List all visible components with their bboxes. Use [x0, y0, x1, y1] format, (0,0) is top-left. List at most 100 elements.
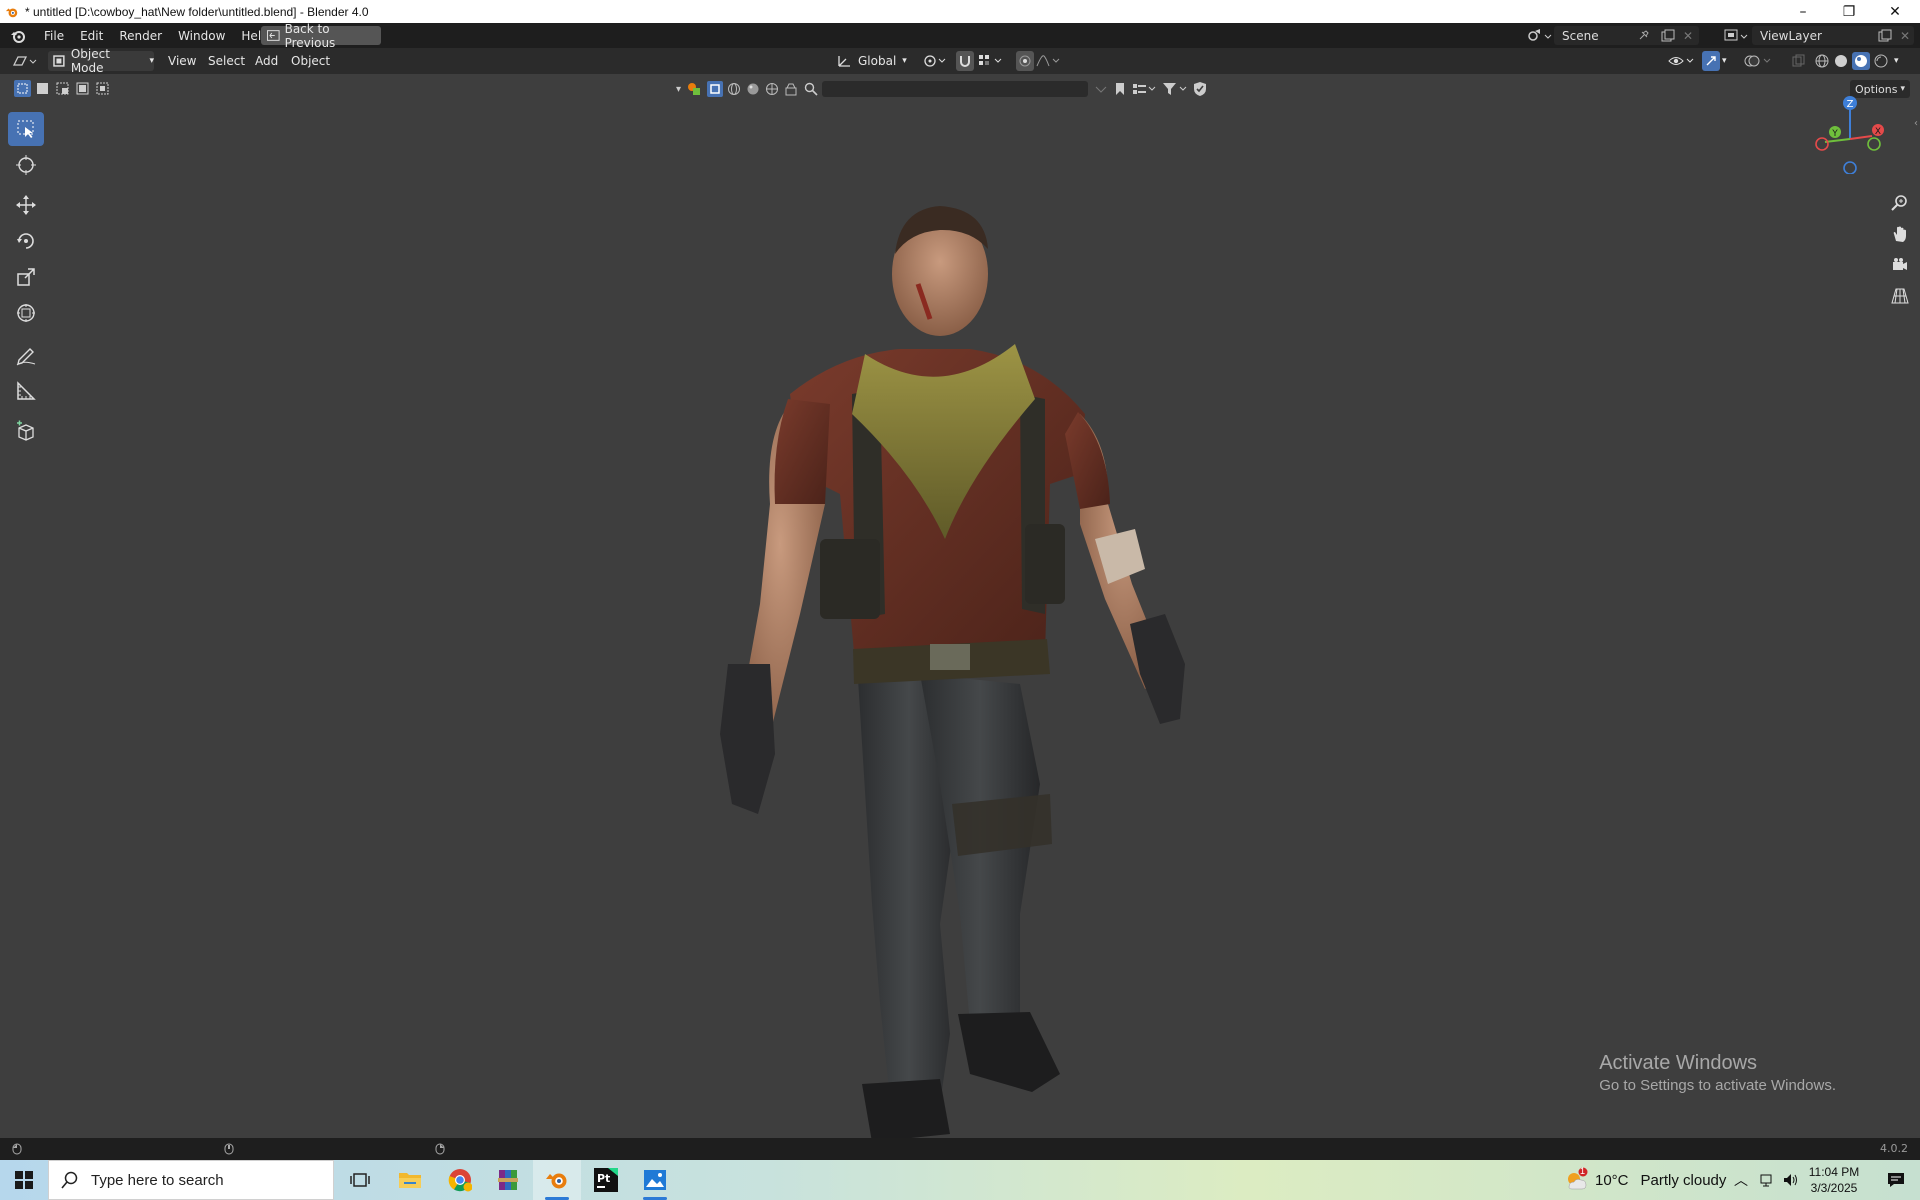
select-subtract-icon[interactable]: [54, 80, 71, 97]
mesh-filter-icon[interactable]: [707, 81, 724, 97]
perspective-toggle-button[interactable]: [1888, 282, 1912, 310]
transform-orientation-dropdown[interactable]: Global ▾: [836, 51, 907, 71]
start-button[interactable]: [0, 1160, 48, 1200]
pivot-point-icon: [924, 55, 946, 67]
gizmo-toggle[interactable]: [1702, 51, 1720, 71]
blender-logo-icon: [5, 8, 18, 17]
restore-button[interactable]: ❐: [1826, 0, 1872, 23]
back-to-previous-button[interactable]: Back to Previous: [261, 22, 381, 50]
neg-x-axis-handle[interactable]: [1815, 137, 1829, 151]
menu-file[interactable]: File: [36, 29, 72, 43]
proportional-falloff-dropdown[interactable]: [1036, 51, 1062, 71]
rotate-tool[interactable]: [8, 224, 44, 258]
chevron-down-icon[interactable]: ▾: [676, 84, 681, 95]
navigation-gizmo[interactable]: Z Y X: [1810, 94, 1890, 174]
annotate-tool[interactable]: [8, 338, 44, 372]
pan-button[interactable]: [1888, 220, 1912, 248]
overlays-toggle[interactable]: [1744, 51, 1774, 71]
new-view-layer-icon[interactable]: [1878, 29, 1892, 43]
blender-menu-icon[interactable]: [10, 28, 26, 44]
pycharm-app[interactable]: Pt: [582, 1160, 630, 1200]
winrar-icon: [498, 1170, 518, 1190]
delete-scene-icon[interactable]: ✕: [1683, 29, 1693, 43]
winrar-app[interactable]: [484, 1160, 532, 1200]
show-hidden-icons-chevron[interactable]: ︿: [1734, 1170, 1748, 1190]
material-filter-icon[interactable]: [746, 82, 760, 96]
menu-object[interactable]: Object: [291, 51, 330, 71]
filter-search-input[interactable]: [822, 81, 1089, 97]
menu-edit[interactable]: Edit: [72, 29, 111, 43]
menu-add[interactable]: Add: [255, 51, 278, 71]
notification-center-button[interactable]: [1876, 1160, 1916, 1200]
add-cube-tool[interactable]: [8, 414, 44, 448]
delete-view-layer-icon[interactable]: ✕: [1900, 29, 1910, 43]
minimize-button[interactable]: –: [1780, 0, 1826, 23]
world-filter-icon[interactable]: [765, 82, 779, 96]
select-extend-icon[interactable]: [34, 80, 51, 97]
gizmo-dropdown[interactable]: ▾: [1722, 51, 1727, 71]
snap-target-dropdown[interactable]: [978, 51, 1006, 71]
taskbar-search-box[interactable]: Type here to search: [48, 1160, 334, 1200]
menu-select[interactable]: Select: [208, 51, 245, 71]
menu-view[interactable]: View: [168, 51, 196, 71]
xray-toggle[interactable]: [1792, 51, 1806, 71]
select-intersect-icon[interactable]: [94, 80, 111, 97]
view-list-icon[interactable]: [1132, 82, 1156, 96]
scene-browse-icon[interactable]: [1526, 27, 1552, 44]
measure-tool[interactable]: [8, 374, 44, 408]
shield-icon[interactable]: [1192, 81, 1208, 97]
editor-type-button[interactable]: [12, 51, 40, 71]
move-tool[interactable]: [8, 188, 44, 222]
mouse-middle-icon: [224, 1143, 234, 1155]
neg-y-axis-handle[interactable]: [1867, 137, 1881, 151]
weather-condition: Partly cloudy: [1640, 1171, 1727, 1189]
visibility-dropdown[interactable]: [1668, 51, 1696, 71]
network-icon[interactable]: [1758, 1172, 1774, 1188]
weather-widget[interactable]: 1 10°C Partly cloudy: [1563, 1160, 1726, 1200]
photos-app[interactable]: [631, 1160, 679, 1200]
select-invert-icon[interactable]: [74, 80, 91, 97]
cursor-tool[interactable]: [8, 148, 44, 182]
chrome-app[interactable]: [436, 1160, 484, 1200]
solid-shading-icon[interactable]: [1833, 53, 1849, 69]
menu-render[interactable]: Render: [111, 29, 170, 43]
snap-toggle[interactable]: [956, 51, 974, 71]
object-mode-dropdown[interactable]: Object Mode ▾: [48, 47, 154, 75]
pivot-point-dropdown[interactable]: [922, 51, 948, 71]
scale-tool[interactable]: [8, 260, 44, 294]
select-box-tool[interactable]: [8, 112, 44, 146]
select-new-icon[interactable]: [14, 80, 31, 97]
new-scene-icon[interactable]: [1661, 29, 1675, 43]
view-layer-browse-icon[interactable]: [1724, 27, 1750, 44]
version-label: 4.0.2: [1880, 1142, 1908, 1155]
cursor-3d-icon: [16, 155, 36, 175]
sidebar-toggle-icon[interactable]: ‹: [1914, 118, 1918, 129]
clock[interactable]: 11:04 PM 3/3/2025: [1800, 1160, 1868, 1200]
speaker-icon[interactable]: [1782, 1172, 1800, 1188]
pin-icon[interactable]: [1637, 29, 1649, 42]
neg-z-axis-handle[interactable]: [1843, 161, 1857, 174]
3d-viewport[interactable]: ▾ Options ▾ ‹ Z Y X Activate Windows Go …: [0, 74, 1920, 1138]
chevron-down-icon[interactable]: ▾: [1894, 56, 1899, 66]
menu-window[interactable]: Window: [170, 29, 233, 43]
file-explorer-app[interactable]: [386, 1160, 434, 1200]
material-preview-shading-icon[interactable]: [1852, 52, 1870, 70]
proportional-editing-toggle[interactable]: [1016, 51, 1034, 71]
object-types-icon[interactable]: [687, 82, 701, 96]
camera-view-button[interactable]: [1888, 251, 1912, 279]
transform-tool[interactable]: [8, 296, 44, 330]
task-view-button[interactable]: [336, 1160, 384, 1200]
wireframe-shading-icon[interactable]: [1814, 53, 1830, 69]
rendered-shading-icon[interactable]: [1873, 53, 1889, 69]
view-layer-field[interactable]: ViewLayer ✕: [1752, 26, 1914, 45]
bookmark-icon[interactable]: [1114, 82, 1126, 96]
filter-arrow-icon[interactable]: [1094, 82, 1108, 96]
scene-filter-icon[interactable]: [784, 82, 798, 96]
blender-taskbar-app[interactable]: [533, 1160, 581, 1200]
close-button[interactable]: ✕: [1872, 0, 1918, 23]
character-model[interactable]: [640, 144, 1200, 1138]
scene-name-field[interactable]: Scene ✕: [1554, 26, 1699, 45]
zoom-button[interactable]: [1888, 189, 1912, 217]
shading-filter-icon[interactable]: [727, 82, 741, 96]
filter-funnel-icon[interactable]: [1162, 82, 1188, 96]
